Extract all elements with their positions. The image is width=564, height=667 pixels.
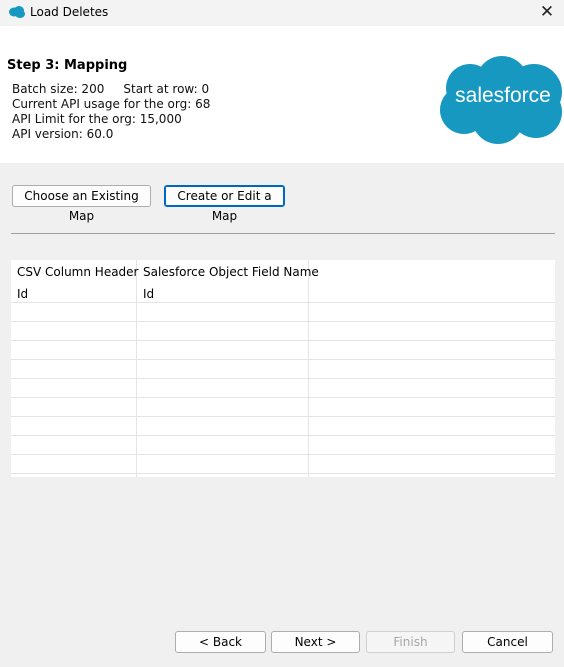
salesforce-logo-text: salesforce <box>455 84 551 107</box>
salesforce-logo: salesforce <box>440 56 562 144</box>
title-bar: Load Deletes ✕ <box>0 0 564 26</box>
row-divider <box>11 397 555 398</box>
header-csv-column[interactable]: CSV Column Header <box>17 265 138 279</box>
load-deletes-window: Load Deletes ✕ Step 3: Mapping Batch siz… <box>0 0 564 667</box>
row-divider <box>11 340 555 341</box>
close-icon: ✕ <box>539 2 555 22</box>
window-title: Load Deletes <box>30 5 109 19</box>
row-divider <box>11 321 555 322</box>
api-limit: API Limit for the org: 15,000 <box>12 112 182 126</box>
salesforce-cloud-icon <box>9 6 25 18</box>
batch-info: Batch size: 200 Start at row: 0 <box>12 82 210 96</box>
row-divider <box>11 302 555 303</box>
csv-column-cell[interactable]: Id <box>17 287 28 301</box>
row-divider <box>11 473 555 474</box>
choose-existing-map-button[interactable]: Choose an Existing Map <box>12 185 151 223</box>
row-divider <box>11 454 555 455</box>
mapping-table[interactable]: CSV Column Header Salesforce Object Fiel… <box>11 260 555 477</box>
api-version: API version: 60.0 <box>12 127 114 141</box>
next-button[interactable]: Next > <box>271 631 360 653</box>
api-usage: Current API usage for the org: 68 <box>12 97 211 111</box>
salesforce-field-cell[interactable]: Id <box>143 287 154 301</box>
step-title: Step 3: Mapping <box>7 58 128 73</box>
create-or-edit-map-button[interactable]: Create or Edit a Map <box>164 185 285 223</box>
header-salesforce-field[interactable]: Salesforce Object Field Name <box>143 265 319 279</box>
cancel-button[interactable]: Cancel <box>462 631 553 653</box>
separator <box>11 233 555 234</box>
back-button[interactable]: < Back <box>175 631 266 653</box>
column-divider <box>136 260 137 477</box>
column-divider <box>308 260 309 477</box>
row-divider <box>11 435 555 436</box>
row-divider <box>11 416 555 417</box>
finish-button[interactable]: Finish <box>366 631 455 653</box>
row-divider <box>11 378 555 379</box>
close-button[interactable]: ✕ <box>530 0 564 26</box>
row-divider <box>11 359 555 360</box>
